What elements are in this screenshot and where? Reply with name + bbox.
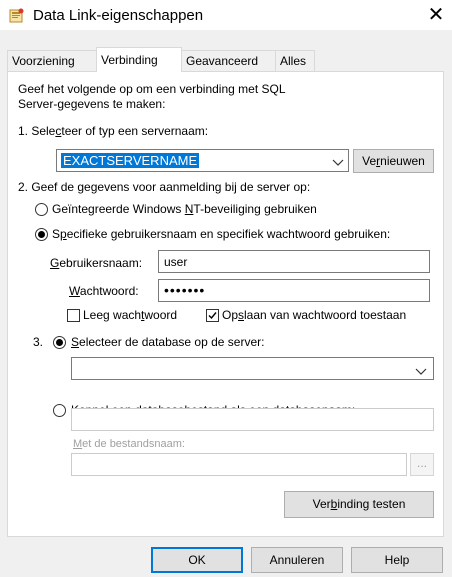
tab-label: Verbinding [101,53,158,67]
close-icon[interactable]: ✕ [425,4,447,26]
instructions-line2: Server-gegevens te maken: [18,97,166,111]
specific-credentials-label: Specifieke gebruikersnaam en specifiek w… [52,227,391,241]
database-name-input[interactable] [71,408,434,431]
password-input[interactable]: ••••••• [158,279,430,302]
server-name-value: EXACTSERVERNAME [61,153,200,168]
select-database-label: Selecteer de database op de server: [71,335,265,349]
tab-label: Geavanceerd [186,54,259,68]
instructions-line1: Geef het volgende op om een verbinding m… [18,82,286,96]
chevron-down-icon[interactable] [415,365,429,375]
tab-label: Alles [280,54,307,68]
save-password-checkbox[interactable] [206,309,219,322]
tab-alles[interactable]: Alles [275,50,315,71]
blank-password-checkbox[interactable] [67,309,80,322]
blank-password-label: Leeg wachtwoord [83,308,178,322]
browse-button[interactable]: ... [410,453,434,476]
checkmark-icon [208,312,217,320]
help-button[interactable]: Help [351,547,443,573]
integrated-security-label: Geïntegreerde Windows NT-beveiliging geb… [52,202,317,216]
password-label: Wachtwoord: [69,284,139,298]
filename-label: Met de bestandsnaam: [73,438,185,450]
tab-label: Voorziening [12,54,75,68]
refresh-button[interactable]: Vernieuwen [353,149,434,173]
username-value: user [164,255,188,269]
radio-attach-database-file[interactable] [53,404,66,417]
chevron-down-icon[interactable] [332,156,346,166]
test-connection-button[interactable]: Verbinding testen [284,491,434,518]
radio-specific-credentials[interactable] [35,228,48,241]
radio-select-database[interactable] [53,336,66,349]
ok-button[interactable]: OK [151,547,243,573]
data-link-icon [9,8,25,23]
step2-label: 2. Geef de gegevens voor aanmelding bij … [18,180,311,194]
save-password-label: Opslaan van wachtwoord toestaan [222,308,407,322]
username-input[interactable]: user [158,250,430,273]
radio-integrated-security[interactable] [35,203,48,216]
step3-number: 3. [33,335,44,349]
step1-label: 1. Selecteer of typ een servernaam: [18,124,209,138]
tab-voorziening[interactable]: Voorziening [7,50,97,71]
database-combobox[interactable] [71,357,434,380]
window-title: Data Link-eigenschappen [33,7,204,24]
username-label: Gebruikersnaam: [50,256,143,270]
password-value: ••••••• [164,282,206,298]
filename-input[interactable] [71,453,407,476]
server-name-combobox[interactable]: EXACTSERVERNAME [56,149,349,172]
tab-geavanceerd[interactable]: Geavanceerd [181,50,276,71]
tab-verbinding[interactable]: Verbinding [96,47,182,72]
cancel-button[interactable]: Annuleren [251,547,343,573]
